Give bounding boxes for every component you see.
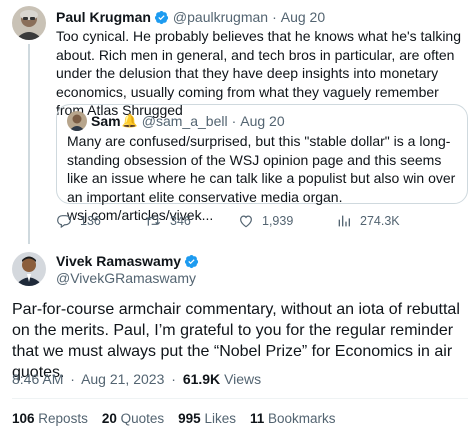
likes-label: Likes (204, 411, 236, 426)
meta-separator: · (70, 371, 75, 387)
quoted-author-name: Sam (91, 113, 121, 129)
quoted-tweet-header: Sam 🔔 @sam_a_bell · Aug 20 (67, 111, 285, 131)
views-label: Views (224, 371, 262, 387)
likes-stat[interactable]: 995 Likes (178, 410, 236, 428)
bookmarks-label: Bookmarks (268, 411, 336, 426)
quoted-header-separator: · (231, 113, 237, 129)
like-count: 1,939 (262, 214, 294, 228)
quotes-label: Quotes (120, 411, 165, 426)
views-icon (338, 215, 350, 227)
parent-tweet-date[interactable]: Aug 20 (281, 8, 325, 26)
main-author-name[interactable]: Vivek Ramaswamy (56, 253, 181, 270)
tweet-time[interactable]: 8:46 AM (12, 371, 63, 387)
main-tweet-header: Vivek Ramaswamy (56, 253, 203, 270)
thread-line (28, 44, 30, 244)
parent-tweet-header: Paul Krugman @paulkrugman · Aug 20 (56, 8, 325, 26)
likes-count: 995 (178, 411, 201, 426)
parent-author-handle[interactable]: @paulkrugman (173, 8, 268, 26)
quotes-stat[interactable]: 20 Quotes (102, 410, 164, 428)
reposts-count: 106 (12, 411, 35, 426)
verified-badge-icon (154, 10, 168, 24)
reposts-stat[interactable]: 106 Reposts (12, 410, 88, 428)
main-tweet-meta: 8:46 AM · Aug 21, 2023 · 61.9K Views (12, 370, 261, 388)
bookmarks-count: 11 (249, 411, 265, 426)
header-separator: · (272, 9, 277, 25)
quoted-tweet-card[interactable]: Sam 🔔 @sam_a_bell · Aug 20 Many are conf… (56, 104, 468, 223)
quoted-tweet-text: Many are confused/surprised, but this "s… (67, 133, 456, 223)
quotes-count: 20 (101, 411, 117, 426)
reply-count: 136 (80, 214, 101, 228)
views-total: 61.9K (182, 371, 221, 387)
engagement-stats: 106 Reposts 20 Quotes 995 Likes 11 Bookm… (12, 410, 336, 428)
divider (12, 398, 468, 399)
main-author-handle[interactable]: @VivekGRamaswamy (56, 270, 196, 287)
parent-tweet-avatar[interactable] (12, 6, 46, 40)
bookmarks-stat[interactable]: 11 Bookmarks (250, 410, 336, 428)
parent-author-name[interactable]: Paul Krugman (56, 8, 151, 26)
reply-icon (57, 215, 71, 229)
quoted-tweet-date: Aug 20 (240, 113, 285, 129)
repost-button[interactable]: 346 (144, 213, 191, 229)
bell-emoji: 🔔 (121, 113, 138, 128)
like-button[interactable]: 1,939 (238, 213, 293, 229)
main-tweet-avatar[interactable] (12, 252, 46, 286)
quoted-author-handle: @sam_a_bell (141, 113, 228, 129)
views-button[interactable]: 274.3K (336, 213, 400, 229)
reposts-label: Reposts (38, 411, 88, 426)
views-count: 274.3K (360, 214, 400, 228)
repost-count: 346 (170, 214, 191, 228)
reply-button[interactable]: 136 (56, 213, 101, 229)
meta-separator-2: · (171, 371, 176, 387)
tweet-date[interactable]: Aug 21, 2023 (81, 371, 164, 387)
quoted-author-avatar (67, 111, 87, 131)
repost-icon (145, 216, 161, 226)
verified-badge-icon (184, 254, 199, 269)
parent-tweet-actions: 136 346 1,939 274.3K (56, 213, 466, 233)
like-icon (240, 215, 252, 228)
